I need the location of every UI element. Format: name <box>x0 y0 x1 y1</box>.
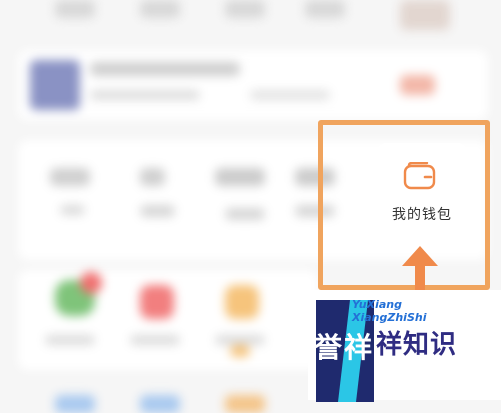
wallet-icon <box>403 162 436 190</box>
my-wallet-label: 我的钱包 <box>392 207 452 223</box>
logo-badge-char-1: 誉 <box>314 331 343 364</box>
my-wallet-entry[interactable] <box>378 143 466 243</box>
logo-en-line1: YuXiang <box>352 298 402 311</box>
logo-cn-text: 祥知识 <box>376 330 458 360</box>
logo-badge-char-2: 祥 <box>344 331 373 364</box>
logo-en-line2: XiangZhiShi <box>352 311 427 324</box>
